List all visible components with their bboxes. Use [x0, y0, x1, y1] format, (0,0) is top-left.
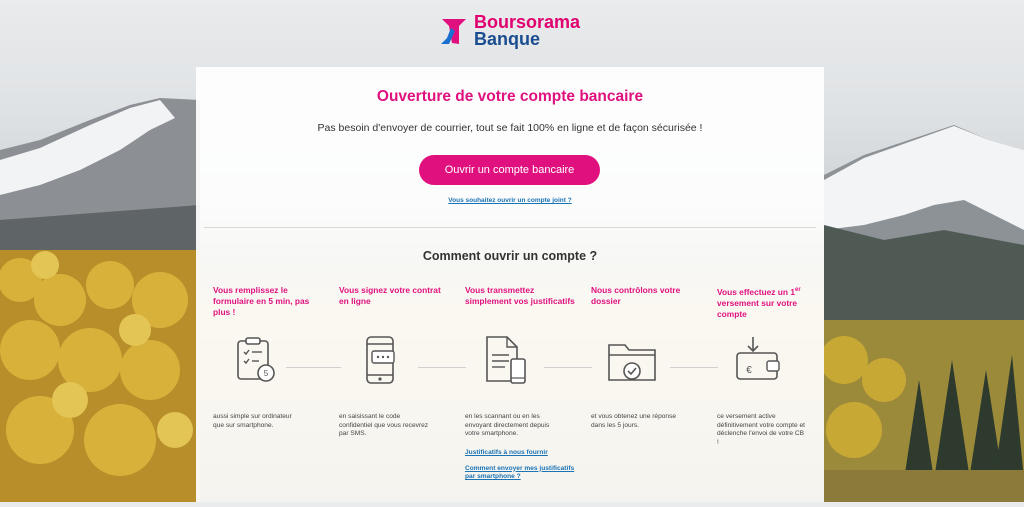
step-connector — [418, 367, 466, 368]
step-description: et vous obtenez une réponse dans les 5 j… — [591, 413, 677, 429]
svg-text:€: € — [746, 365, 752, 376]
step-title: Nous contrôlons votre dossier — [591, 285, 681, 306]
background-landscape-right — [820, 0, 1024, 502]
step-links: Justificatifs à nous fournir Comment env… — [465, 449, 575, 489]
step-description: en saisissant le code confidentiel que v… — [339, 413, 429, 438]
svg-text:5: 5 — [264, 369, 269, 378]
background-landscape-left — [0, 0, 200, 502]
boursorama-logo-icon — [441, 19, 466, 44]
step-2: Vous signez votre contrat en ligne en sa… — [339, 285, 449, 437]
step-3: Vous transmettez simplement vos justific… — [465, 285, 575, 480]
section-divider — [204, 227, 816, 228]
account-opening-card: Ouverture de votre compte bancaire Pas b… — [196, 67, 824, 502]
how-to-title: Comment ouvrir un compte ? — [422, 249, 598, 263]
step-connector — [670, 367, 718, 368]
site-header: Boursorama Banque — [0, 0, 1024, 66]
step-description: aussi simple sur ordinateur que sur smar… — [213, 413, 292, 429]
joint-account-link[interactable]: Vous souhaitez ouvrir un compte joint ? — [196, 197, 824, 204]
page-subtitle: Pas besoin d'envoyer de courrier, tout s… — [317, 122, 703, 134]
step-connector — [544, 367, 592, 368]
step-description: en les scannant ou en les envoyant direc… — [465, 413, 550, 438]
step-title: Vous effectuez un 1er versement sur votr… — [717, 286, 801, 319]
send-documents-by-smartphone-link[interactable]: Comment envoyer mes justificatifs par sm… — [465, 465, 575, 482]
wallet-euro-icon: € — [736, 337, 780, 380]
step-title: Vous transmettez simplement vos justific… — [465, 285, 575, 306]
step-1: Vous remplissez le formulaire en 5 min, … — [213, 285, 323, 429]
step-title: Vous remplissez le formulaire en 5 min, … — [213, 285, 310, 317]
brand-subname: Banque — [474, 29, 541, 49]
mountain-right — [820, 125, 1024, 502]
phone-message-icon — [366, 336, 395, 384]
page-title: Ouverture de votre compte bancaire — [376, 88, 644, 105]
step-connector — [286, 367, 341, 368]
step-4: Nous contrôlons votre dossier et vous ob… — [591, 285, 701, 429]
step-description: ce versement active définitivement votre… — [717, 413, 805, 446]
step-title: Vous signez votre contrat en ligne — [339, 285, 441, 306]
mountain-left — [0, 98, 200, 502]
documents-to-provide-link[interactable]: Justificatifs à nous fournir — [465, 449, 575, 458]
step-5: Vous effectuez un 1er versement sur votr… — [717, 285, 827, 446]
document-phone-icon — [486, 336, 526, 384]
folder-check-icon — [608, 344, 656, 381]
open-account-button[interactable]: Ouvrir un compte bancaire — [419, 155, 600, 185]
brand-logo[interactable]: Boursorama Banque — [439, 13, 580, 49]
clipboard-timer-icon: 5 — [237, 337, 275, 382]
